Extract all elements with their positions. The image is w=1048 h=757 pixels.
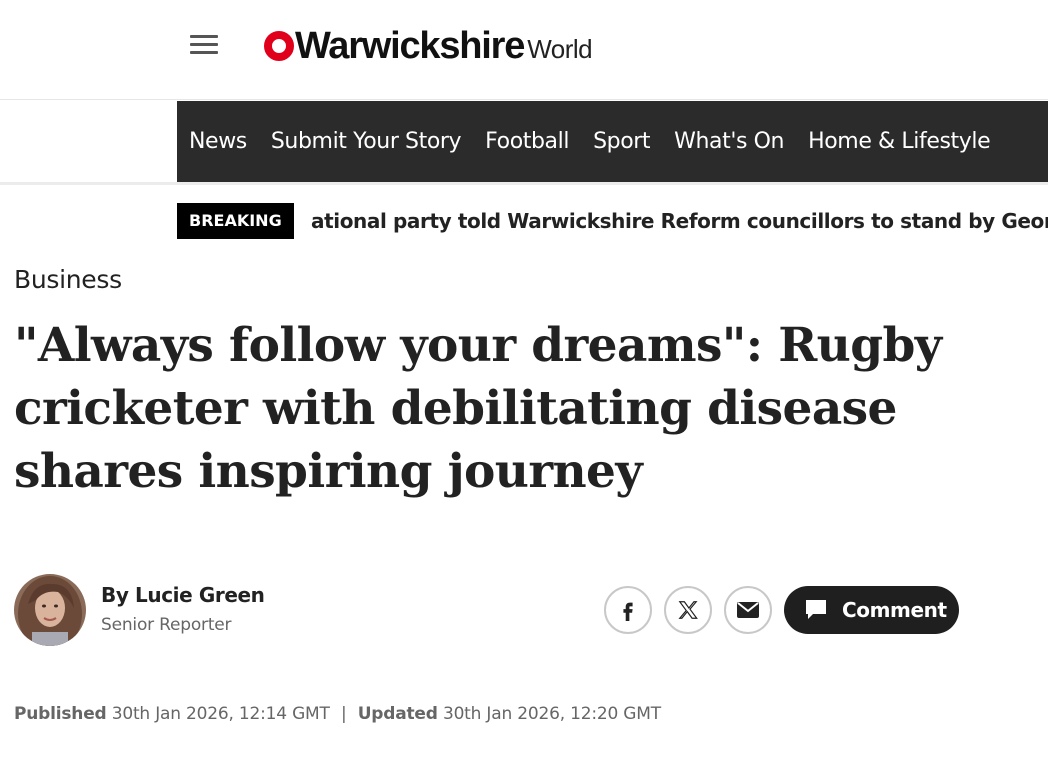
- nav-divider: [0, 182, 1048, 185]
- nav-item-football[interactable]: Football: [485, 129, 569, 154]
- share-x-button[interactable]: [664, 586, 712, 634]
- comment-button[interactable]: Comment: [784, 586, 959, 634]
- nav-item-news[interactable]: News: [189, 129, 247, 154]
- menu-line: [190, 35, 218, 38]
- logo-sub-text: World: [527, 34, 593, 64]
- nav-item-submit-your-story[interactable]: Submit Your Story: [271, 129, 462, 154]
- comment-icon: [806, 600, 826, 619]
- author-name[interactable]: By Lucie Green: [101, 583, 265, 607]
- date-separator: |: [340, 704, 347, 724]
- share-facebook-button[interactable]: [604, 586, 652, 634]
- comment-label: Comment: [842, 598, 947, 622]
- facebook-icon: [623, 602, 633, 621]
- logo-circle-icon: [264, 31, 294, 61]
- nav-item-whats-on[interactable]: What's On: [674, 129, 784, 154]
- menu-line: [190, 51, 218, 54]
- section-label[interactable]: Business: [14, 265, 122, 294]
- mail-icon: [737, 602, 759, 618]
- published-value: 30th Jan 2026, 12:14 GMT: [111, 704, 330, 724]
- site-header: Warwickshire World: [0, 0, 1048, 100]
- author-role: Senior Reporter: [101, 615, 232, 635]
- x-icon: [678, 601, 698, 619]
- published-label: Published: [14, 704, 107, 724]
- breaking-ticker-link[interactable]: ational party told Warwickshire Reform c…: [311, 203, 1048, 239]
- author-avatar[interactable]: [14, 574, 86, 646]
- logo-main-text: Warwickshire: [295, 25, 525, 67]
- article-dates: Published 30th Jan 2026, 12:14 GMT | Upd…: [14, 704, 661, 724]
- share-email-button[interactable]: [724, 586, 772, 634]
- menu-line: [190, 43, 218, 46]
- updated-label: Updated: [357, 704, 438, 724]
- nav-item-home-lifestyle[interactable]: Home & Lifestyle: [808, 129, 991, 154]
- breaking-badge: BREAKING: [177, 203, 294, 239]
- hamburger-menu-icon[interactable]: [190, 35, 218, 55]
- updated-value: 30th Jan 2026, 12:20 GMT: [442, 704, 661, 724]
- author-photo: [14, 574, 86, 646]
- article-headline: "Always follow your dreams": Rugby crick…: [14, 318, 942, 499]
- main-nav: News Submit Your Story Football Sport Wh…: [177, 101, 1048, 182]
- site-logo[interactable]: Warwickshire World: [264, 25, 593, 67]
- nav-item-sport[interactable]: Sport: [593, 129, 650, 154]
